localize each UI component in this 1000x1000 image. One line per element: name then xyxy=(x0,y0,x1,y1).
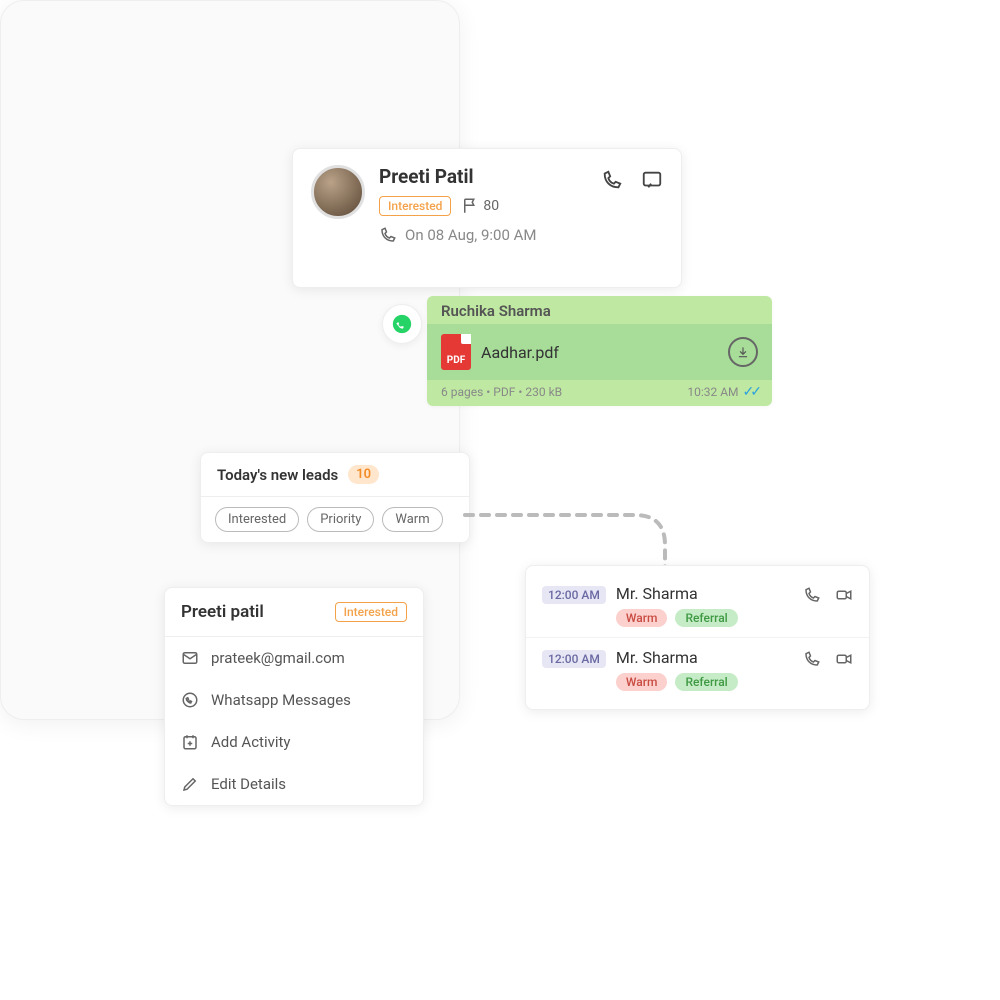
tag-referral: Referral xyxy=(675,673,737,691)
lead-name: Mr. Sharma xyxy=(616,648,793,667)
download-button[interactable] xyxy=(728,337,758,367)
contact-name: Preeti Patil xyxy=(379,165,587,188)
whatsapp-icon xyxy=(181,691,199,709)
whatsapp-icon xyxy=(391,313,413,335)
lead-list-card: 12:00 AM Mr. Sharma Warm Referral 12:00 … xyxy=(525,565,870,710)
file-name: Aadhar.pdf xyxy=(481,343,718,362)
message-time: 10:32 AM xyxy=(687,385,738,399)
flag-icon xyxy=(461,197,479,215)
filter-chip-priority[interactable]: Priority xyxy=(307,507,374,532)
last-call-time: On 08 Aug, 9:00 AM xyxy=(405,226,537,244)
whatsapp-row[interactable]: Whatsapp Messages xyxy=(165,679,423,721)
email-value: prateek@gmail.com xyxy=(211,649,345,667)
filter-chip-interested[interactable]: Interested xyxy=(215,507,299,532)
tag-interested: Interested xyxy=(379,196,451,216)
add-activity-label: Add Activity xyxy=(211,733,291,751)
pencil-icon xyxy=(181,775,199,793)
new-leads-card: Today's new leads 10 Interested Priority… xyxy=(200,452,470,543)
file-meta: 6 pages • PDF • 230 kB xyxy=(441,385,562,399)
add-activity-row[interactable]: Add Activity xyxy=(165,721,423,763)
edit-details-row[interactable]: Edit Details xyxy=(165,763,423,805)
download-icon xyxy=(736,345,750,359)
calendar-plus-icon xyxy=(181,733,199,751)
contact-card: Preeti Patil Interested 80 On 08 Aug, 9:… xyxy=(292,148,682,288)
avatar xyxy=(311,165,365,219)
pdf-icon: PDF xyxy=(441,334,471,370)
message-button[interactable] xyxy=(641,169,663,191)
contact-detail-card: Preeti patil Interested prateek@gmail.co… xyxy=(164,587,424,806)
lead-time: 12:00 AM xyxy=(542,586,606,604)
video-button[interactable] xyxy=(835,586,853,604)
call-button[interactable] xyxy=(803,586,821,604)
leads-title: Today's new leads xyxy=(217,466,338,484)
phone-icon xyxy=(379,226,397,244)
video-button[interactable] xyxy=(835,650,853,668)
call-button[interactable] xyxy=(601,169,623,191)
sender-name: Ruchika Sharma xyxy=(427,296,772,324)
mail-icon xyxy=(181,649,199,667)
tag-warm: Warm xyxy=(616,673,668,691)
whatsapp-message: Ruchika Sharma PDF Aadhar.pdf 6 pages • … xyxy=(427,296,772,406)
whatsapp-label: Whatsapp Messages xyxy=(211,691,351,709)
lead-time: 12:00 AM xyxy=(542,650,606,668)
edit-details-label: Edit Details xyxy=(211,775,286,793)
score-value: 80 xyxy=(483,198,499,214)
leads-count-badge: 10 xyxy=(348,465,379,484)
email-row[interactable]: prateek@gmail.com xyxy=(165,637,423,679)
detail-name: Preeti patil xyxy=(181,602,264,622)
lead-name: Mr. Sharma xyxy=(616,584,793,603)
tag-referral: Referral xyxy=(675,609,737,627)
read-receipt-icon: ✓✓ xyxy=(743,384,758,400)
whatsapp-badge xyxy=(382,304,422,344)
lead-row[interactable]: 12:00 AM Mr. Sharma Warm Referral xyxy=(526,574,869,638)
call-button[interactable] xyxy=(803,650,821,668)
lead-score: 80 xyxy=(461,197,499,215)
tag-interested: Interested xyxy=(335,602,407,622)
tag-warm: Warm xyxy=(616,609,668,627)
lead-row[interactable]: 12:00 AM Mr. Sharma Warm Referral xyxy=(526,638,869,701)
filter-chip-warm[interactable]: Warm xyxy=(382,507,442,532)
